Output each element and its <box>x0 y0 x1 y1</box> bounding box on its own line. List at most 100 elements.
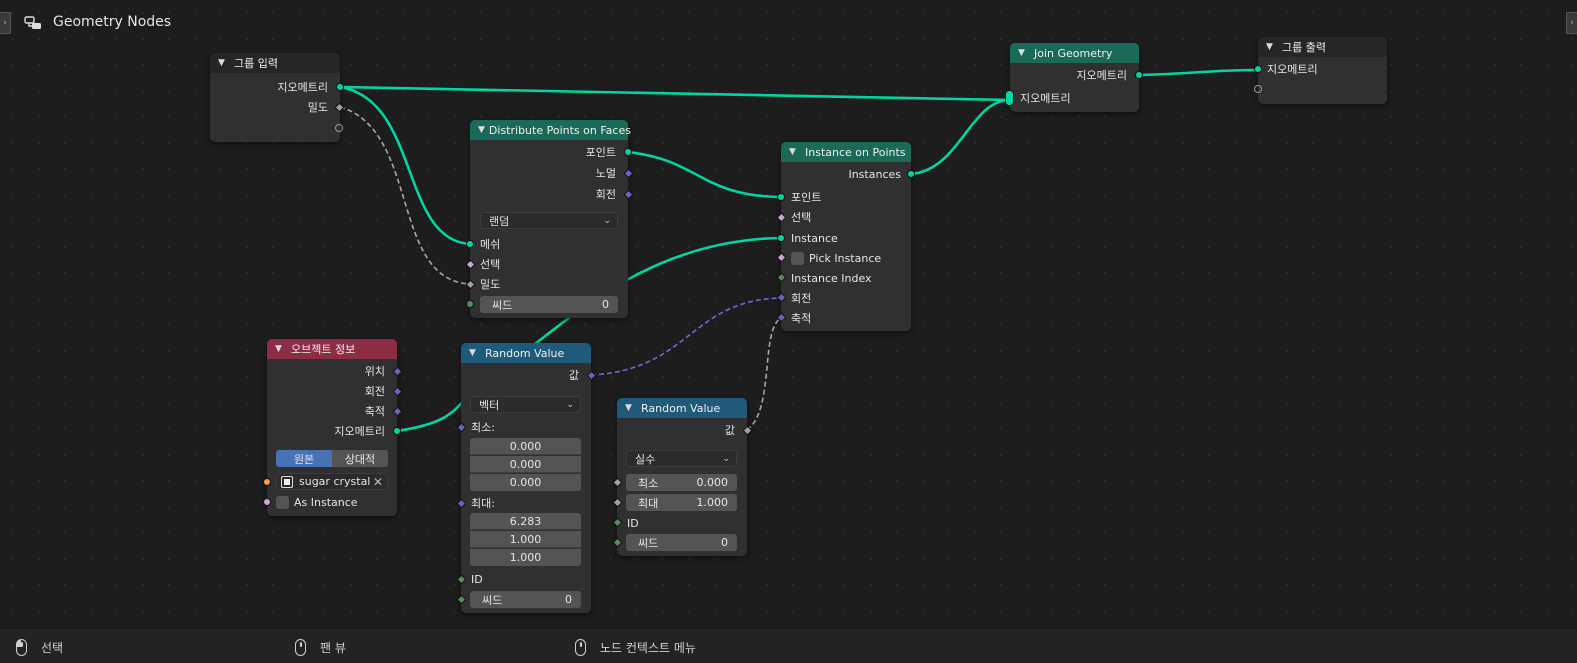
input-points: 포인트 <box>791 191 822 204</box>
seed-label: 씨드 <box>492 298 513 312</box>
node-header[interactable]: ▼ 그룹 출력 <box>1258 37 1387 57</box>
mouse-right-icon <box>575 639 586 656</box>
max-x-field[interactable]: 6.283 <box>470 513 581 530</box>
as-instance-row[interactable]: As Instance <box>276 493 358 511</box>
node-header[interactable]: ▼ Instance on Points <box>781 142 911 162</box>
object-info-node[interactable]: ▼ 오브젝트 정보 위치 회전 축적 지오메트리 원본 상대적 sugar cry… <box>263 339 403 516</box>
socket-instances-out[interactable] <box>907 170 915 178</box>
distribute-mode-dropdown[interactable]: 랜덤 ⌄ <box>480 212 618 229</box>
socket-seed-in[interactable] <box>466 300 474 308</box>
socket-geometry-out[interactable] <box>336 83 344 91</box>
dropdown-value: 실수 <box>635 452 656 466</box>
socket-empty-out[interactable] <box>335 124 343 132</box>
input-instance-index: Instance Index <box>791 271 872 285</box>
pick-instance-label: Pick Instance <box>809 251 882 265</box>
socket-geometry-out[interactable] <box>1135 71 1143 79</box>
node-editor-canvas[interactable]: › ‹ Geometry Nodes ▼ 그룹 입력 지오메트리 밀도 ▼ Dist… <box>0 0 1577 628</box>
node-header[interactable]: ▼ Random Value <box>617 398 747 418</box>
editor-title: Geometry Nodes <box>53 14 172 30</box>
as-instance-checkbox[interactable] <box>276 495 289 509</box>
socket-geometry-out[interactable] <box>393 427 401 435</box>
input-geometry: 지오메트리 <box>1267 63 1318 76</box>
chevron-down-icon: ⌄ <box>566 399 574 410</box>
toolbar-toggle[interactable]: › <box>0 12 11 34</box>
socket-points-out[interactable] <box>624 148 632 156</box>
output-density: 밀도 <box>307 101 328 114</box>
min-label: 최소: <box>471 421 495 434</box>
clear-icon[interactable]: ✕ <box>373 475 383 489</box>
input-mesh: 메쉬 <box>480 238 501 251</box>
as-instance-label: As Instance <box>294 495 358 509</box>
link-density <box>339 106 471 285</box>
distribute-points-node[interactable]: ▼ Distribute Points on Faces 포인트 노멀 회전 랜덤… <box>465 120 634 318</box>
min-field[interactable]: 최소 0.000 <box>626 474 737 491</box>
max-z-field[interactable]: 1.000 <box>470 549 581 566</box>
group-output-node[interactable]: ▼ 그룹 출력 지오메트리 <box>1254 37 1387 104</box>
socket-as-instance-in[interactable] <box>263 498 271 506</box>
mode-relative-button[interactable]: 상대적 <box>332 450 388 467</box>
collapse-chevron-icon[interactable]: ▼ <box>1266 42 1278 52</box>
node-title: Distribute Points on Faces <box>488 123 631 137</box>
output-scale: 축적 <box>364 405 385 418</box>
sidebar-toggle[interactable]: ‹ <box>1566 12 1577 34</box>
socket-object-in[interactable] <box>263 478 271 486</box>
collapse-chevron-icon[interactable]: ▼ <box>218 58 230 68</box>
node-header[interactable]: ▼ Distribute Points on Faces <box>470 120 631 140</box>
pick-instance-checkbox[interactable] <box>791 251 804 265</box>
link-randomflt-to-scale <box>746 317 782 431</box>
object-name: sugar crystal <box>299 475 371 488</box>
collapse-chevron-icon[interactable]: ▼ <box>469 348 481 358</box>
node-title: Instance on Points <box>805 145 906 159</box>
node-title: Join Geometry <box>1034 46 1113 60</box>
dropdown-value: 벡터 <box>479 398 500 412</box>
random-value-float-node[interactable]: ▼ Random Value 값 실수 ⌄ 최소 0.000 최대 1.000 ID 씨… <box>612 398 753 556</box>
node-header[interactable]: ▼ 오브젝트 정보 <box>267 339 397 359</box>
max-y-field[interactable]: 1.000 <box>470 531 581 548</box>
collapse-chevron-icon[interactable]: ▼ <box>478 125 485 135</box>
socket-geometry-multi-in[interactable] <box>1005 90 1014 106</box>
input-instance: Instance <box>791 231 838 245</box>
random-value-vector-node[interactable]: ▼ Random Value 값 벡터 ⌄ 최소: 0.000 0.000 0.00… <box>456 343 597 613</box>
link-points-to-instance <box>627 150 782 199</box>
status-select-hint: 선택 <box>16 639 63 656</box>
chevron-down-icon: ⌄ <box>722 453 730 464</box>
output-rotation: 회전 <box>595 188 616 201</box>
mouse-left-icon <box>16 639 27 656</box>
min-x-field[interactable]: 0.000 <box>470 438 581 455</box>
socket-mesh-in[interactable] <box>466 240 474 248</box>
group-input-node[interactable]: ▼ 그룹 입력 지오메트리 밀도 <box>210 53 345 142</box>
seed-field[interactable]: 씨드 0 <box>480 296 618 313</box>
node-header[interactable]: ▼ Random Value <box>461 343 591 363</box>
collapse-chevron-icon[interactable]: ▼ <box>789 147 801 157</box>
instance-on-points-node[interactable]: ▼ Instance on Points Instances 포인트 선택 Ins… <box>776 142 915 331</box>
collapse-chevron-icon[interactable]: ▼ <box>1018 48 1030 58</box>
object-field[interactable]: sugar crystal ✕ <box>276 473 388 490</box>
data-type-dropdown[interactable]: 벡터 ⌄ <box>470 396 581 413</box>
socket-geometry-in[interactable] <box>1254 65 1262 73</box>
max-field[interactable]: 최대 1.000 <box>626 494 737 511</box>
socket-points-in[interactable] <box>777 193 785 201</box>
mode-original-button[interactable]: 원본 <box>276 450 332 467</box>
transform-space-toggle[interactable]: 원본 상대적 <box>276 450 388 467</box>
socket-instance-in[interactable] <box>777 234 785 242</box>
data-type-dropdown[interactable]: 실수 ⌄ <box>626 450 737 467</box>
collapse-chevron-icon[interactable]: ▼ <box>625 403 637 413</box>
status-label: 노드 컨텍스트 메뉴 <box>600 641 696 655</box>
status-label: 선택 <box>41 641 64 655</box>
seed-field[interactable]: 씨드 0 <box>626 534 737 551</box>
link-input-geometry-to-join <box>339 85 1011 102</box>
output-geometry: 지오메트리 <box>1076 69 1127 82</box>
input-rotation: 회전 <box>791 292 812 305</box>
seed-value: 0 <box>602 298 609 311</box>
join-geometry-node[interactable]: ▼ Join Geometry 지오메트리 지오메트리 <box>1005 43 1143 112</box>
node-title: 오브젝트 정보 <box>291 343 356 356</box>
seed-field[interactable]: 씨드 0 <box>470 591 581 608</box>
min-z-field[interactable]: 0.000 <box>470 474 581 491</box>
node-header[interactable]: ▼ Join Geometry <box>1010 43 1139 63</box>
seed-label: 씨드 <box>482 593 503 607</box>
node-header[interactable]: ▼ 그룹 입력 <box>210 53 340 73</box>
socket-empty-in[interactable] <box>1254 85 1262 93</box>
collapse-chevron-icon[interactable]: ▼ <box>275 344 287 354</box>
min-y-field[interactable]: 0.000 <box>470 456 581 473</box>
pick-instance-row[interactable]: Pick Instance <box>791 249 881 267</box>
